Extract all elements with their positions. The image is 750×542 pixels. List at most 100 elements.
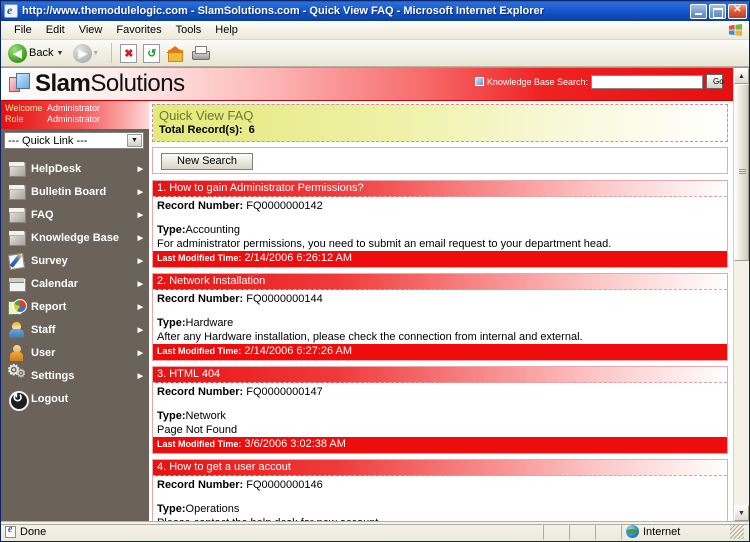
page-document-icon <box>5 524 16 538</box>
record-type-row: Type:Accounting <box>157 223 723 237</box>
faq-record-body: Record Number: FQ0000000142 Type:Account… <box>153 197 727 251</box>
faq-record-footer: Last Modified Time: 2/14/2006 6:26:12 AM <box>153 250 727 267</box>
sidebar-item-settings[interactable]: Settings ▶ <box>1 363 149 387</box>
search-icon <box>474 77 484 86</box>
vertical-scrollbar[interactable]: ▲ ▼ <box>733 68 749 521</box>
menu-item-favorites[interactable]: Favorites <box>109 23 168 37</box>
sidebar-item-label: HelpDesk <box>31 162 82 175</box>
role-value: Administrator <box>47 114 101 124</box>
type-value: Accounting <box>185 223 240 236</box>
welcome-panel: Welcome Administrator Role Administrator <box>1 101 149 129</box>
sidebar-item-bulletin-board[interactable]: Bulletin Board ▶ <box>1 180 149 203</box>
refresh-button[interactable]: ↺ <box>141 42 162 64</box>
scrollbar-thumb[interactable] <box>734 84 749 261</box>
status-pane-2 <box>569 523 595 540</box>
security-zone[interactable]: Internet <box>621 523 749 540</box>
minimize-button[interactable] <box>690 3 707 19</box>
chevron-down-icon[interactable]: ▼ <box>127 134 142 147</box>
close-button[interactable]: ✕ <box>728 3 747 19</box>
faq-record-body: Record Number: FQ0000000147 Type:Network… <box>153 383 727 437</box>
record-number-row: Record Number: FQ0000000142 <box>157 199 723 213</box>
status-bar: Done Internet <box>1 521 749 541</box>
sidebar-item-survey[interactable]: Survey ▶ <box>1 249 149 272</box>
forward-dropdown-icon[interactable]: ▼ <box>92 50 99 57</box>
scroll-down-button[interactable]: ▼ <box>734 505 749 521</box>
logout-icon <box>8 389 29 411</box>
record-number-row: Record Number: FQ0000000144 <box>157 292 723 306</box>
sidebar-item-label: Staff <box>31 323 56 336</box>
faq-record[interactable]: 1. How to gain Administrator Permissions… <box>152 179 728 268</box>
record-number-row: Record Number: FQ0000000146 <box>157 478 723 492</box>
sidebar-item-report[interactable]: Report ▶ <box>1 295 149 318</box>
sidebar-item-logout[interactable]: Logout <box>1 387 149 411</box>
calendar-icon <box>8 275 26 293</box>
chevron-right-icon: ▶ <box>137 188 143 196</box>
main-content: Quick View FAQ Total Record(s): 6 New Se… <box>149 101 733 521</box>
home-button[interactable] <box>164 42 187 64</box>
sidebar-item-faq[interactable]: FAQ ▶ <box>1 203 149 226</box>
sidebar-item-label: FAQ <box>31 208 54 221</box>
maximize-button[interactable] <box>709 3 726 19</box>
knowledge-base-go-button[interactable]: Go <box>706 74 724 89</box>
resize-grip-icon[interactable] <box>730 524 744 539</box>
page-body: Welcome Administrator Role Administrator… <box>1 101 733 521</box>
type-label: Type: <box>157 223 186 236</box>
sidebar-item-label: Knowledge Base <box>31 231 120 244</box>
page-viewport: SlamSolutions Knowledge Base Search: Go … <box>1 67 749 521</box>
faq-record-footer: Last Modified Time: 2/14/2006 6:27:26 AM <box>153 343 727 360</box>
type-value: Operations <box>185 502 240 515</box>
menu-item-tools[interactable]: Tools <box>169 23 209 37</box>
knowledge-base-search-input[interactable] <box>591 74 703 89</box>
quick-link-select[interactable]: --- Quick Link --- ▼ <box>4 132 144 149</box>
last-modified-value: 2/14/2006 6:26:12 AM <box>244 251 353 264</box>
page-title: Quick View FAQ <box>159 108 254 123</box>
chevron-right-icon: ▶ <box>137 257 143 265</box>
scroll-up-button[interactable]: ▲ <box>734 68 749 84</box>
site-logo[interactable]: SlamSolutions <box>1 72 185 96</box>
sidebar-item-knowledge-base[interactable]: Knowledge Base ▶ <box>1 226 149 249</box>
record-answer: Page Not Found <box>157 423 238 436</box>
sidebar-item-label: User <box>31 346 56 359</box>
scrollbar-track[interactable] <box>734 84 749 505</box>
print-icon <box>191 45 211 62</box>
sidebar-item-staff[interactable]: Staff ▶ <box>1 318 149 341</box>
report-pie-icon <box>8 298 27 316</box>
faq-record-body: Record Number: FQ0000000144 Type:Hardwar… <box>153 290 727 344</box>
toolbar-row: New Search <box>152 147 728 174</box>
faq-record[interactable]: 3. HTML 404 Record Number: FQ0000000147 … <box>152 365 728 454</box>
forward-button[interactable]: ▶ ▼ <box>71 42 105 64</box>
record-type-row: Type:Operations <box>157 502 723 516</box>
menu-item-file[interactable]: File <box>7 23 39 37</box>
print-button[interactable] <box>189 42 212 64</box>
sidebar-item-user[interactable]: User ▶ <box>1 341 149 364</box>
back-dropdown-icon[interactable]: ▼ <box>56 50 63 57</box>
logo-text-bold: Slam <box>35 70 91 97</box>
back-button[interactable]: ◀ Back ▼ <box>6 42 69 64</box>
window-title: http://www.themodulelogic.com - SlamSolu… <box>22 5 544 17</box>
site-banner: SlamSolutions Knowledge Base Search: Go <box>1 68 733 101</box>
close-icon: ✕ <box>733 4 742 15</box>
last-modified-label: Last Modified Time: <box>157 345 242 356</box>
total-records: Total Record(s): 6 <box>159 123 721 137</box>
title-bar: http://www.themodulelogic.com - SlamSolu… <box>1 1 749 21</box>
last-modified-label: Last Modified Time: <box>157 252 242 263</box>
faq-record[interactable]: 4. How to get a user accout Record Numbe… <box>152 458 728 521</box>
menu-item-view[interactable]: View <box>72 23 110 37</box>
record-number-value: FQ0000000144 <box>246 292 323 305</box>
new-search-button[interactable]: New Search <box>161 152 253 170</box>
slam-logo-icon <box>9 73 31 95</box>
last-modified-value: 2/14/2006 6:27:26 AM <box>244 344 353 357</box>
sidebar-item-helpdesk[interactable]: HelpDesk ▶ <box>1 157 149 180</box>
faq-record[interactable]: 2. Network Installation Record Number: F… <box>152 272 728 361</box>
stop-icon: ✖ <box>120 43 138 63</box>
chevron-right-icon: ▶ <box>137 211 143 219</box>
record-number-value: FQ0000000142 <box>246 199 323 212</box>
menu-item-edit[interactable]: Edit <box>39 23 72 37</box>
sidebar: Welcome Administrator Role Administrator… <box>1 101 149 521</box>
stop-button[interactable]: ✖ <box>118 42 139 64</box>
back-arrow-icon: ◀ <box>8 43 27 63</box>
menu-item-help[interactable]: Help <box>208 23 245 37</box>
sidebar-item-label: Survey <box>31 254 68 267</box>
sidebar-item-calendar[interactable]: Calendar ▶ <box>1 272 149 295</box>
